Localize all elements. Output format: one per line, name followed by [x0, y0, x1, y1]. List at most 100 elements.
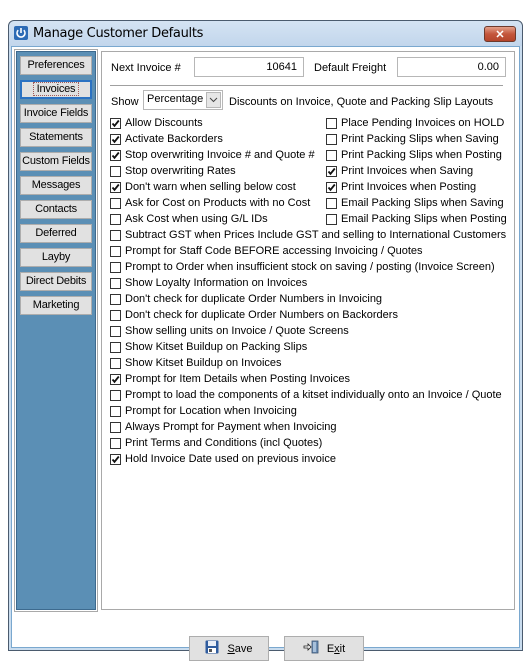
option-checkbox[interactable]: Print Packing Slips when Posting	[326, 148, 502, 162]
checkbox-unchecked-icon[interactable]	[110, 309, 121, 321]
option-checkbox[interactable]: Prompt for Item Details when Posting Inv…	[110, 372, 350, 386]
checkbox-unchecked-icon[interactable]	[326, 213, 337, 225]
option-checkbox[interactable]: Stop overwriting Rates	[110, 164, 236, 178]
sidebar-item-messages[interactable]: Messages	[20, 176, 92, 195]
checkbox-unchecked-icon[interactable]	[110, 213, 121, 225]
title-bar: Manage Customer Defaults ✕	[9, 21, 522, 46]
exit-button[interactable]: Exit	[284, 636, 364, 661]
checkbox-checked-icon[interactable]	[326, 181, 337, 193]
sidebar-item-direct-debits[interactable]: Direct Debits	[20, 272, 92, 291]
checkbox-checked-icon[interactable]	[110, 117, 121, 129]
option-label: Always Prompt for Payment when Invoicing	[125, 421, 337, 433]
option-label: Email Packing Slips when Posting	[341, 213, 507, 225]
checkbox-unchecked-icon[interactable]	[110, 229, 121, 241]
option-checkbox[interactable]: Show Kitset Buildup on Packing Slips	[110, 340, 307, 354]
separator	[110, 85, 503, 86]
checkbox-unchecked-icon[interactable]	[110, 325, 121, 337]
discount-display-select[interactable]: Percentage	[143, 90, 223, 110]
option-label: Email Packing Slips when Saving	[341, 197, 504, 209]
option-checkbox[interactable]: Don't check for duplicate Order Numbers …	[110, 308, 398, 322]
option-label: Stop overwriting Rates	[125, 165, 236, 177]
option-checkbox[interactable]: Prompt for Location when Invoicing	[110, 404, 297, 418]
close-button[interactable]: ✕	[484, 26, 516, 42]
option-label: Print Invoices when Saving	[341, 165, 474, 177]
option-label: Subtract GST when Prices Include GST and…	[125, 229, 507, 241]
save-button[interactable]: Save	[189, 636, 269, 661]
sidebar-item-label: Contacts	[35, 203, 77, 215]
sidebar-item-invoices[interactable]: Invoices	[20, 80, 92, 99]
option-label: Ask for Cost on Products with no Cost	[125, 197, 311, 209]
option-label: Place Pending Invoices on HOLD	[341, 117, 505, 129]
checkbox-unchecked-icon[interactable]	[110, 197, 121, 209]
option-checkbox[interactable]: Prompt to load the components of a kitse…	[110, 388, 502, 402]
floppy-disk-icon	[205, 640, 219, 657]
option-checkbox[interactable]: Activate Backorders	[110, 132, 223, 146]
checkbox-unchecked-icon[interactable]	[110, 245, 121, 257]
option-label: Prompt for Staff Code BEFORE accessing I…	[125, 245, 423, 257]
option-label: Prompt to load the components of a kitse…	[125, 389, 502, 401]
checkbox-unchecked-icon[interactable]	[326, 197, 337, 209]
checkbox-unchecked-icon[interactable]	[110, 357, 121, 369]
option-checkbox[interactable]: Ask Cost when using G/L IDs	[110, 212, 268, 226]
option-checkbox[interactable]: Show Kitset Buildup on Invoices	[110, 356, 282, 370]
chevron-down-icon[interactable]	[206, 92, 221, 108]
option-checkbox[interactable]: Prompt to Order when insufficient stock …	[110, 260, 495, 274]
option-label: Prompt to Order when insufficient stock …	[125, 261, 495, 273]
option-checkbox[interactable]: Show Loyalty Information on Invoices	[110, 276, 307, 290]
option-checkbox[interactable]: Email Packing Slips when Posting	[326, 212, 507, 226]
sidebar-item-custom-fields[interactable]: Custom Fields	[20, 152, 92, 171]
option-label: Ask Cost when using G/L IDs	[125, 213, 268, 225]
sidebar-item-deferred[interactable]: Deferred	[20, 224, 92, 243]
checkbox-unchecked-icon[interactable]	[110, 405, 121, 417]
option-checkbox[interactable]: Allow Discounts	[110, 116, 203, 130]
sidebar-item-preferences[interactable]: Preferences	[20, 56, 92, 75]
checkbox-unchecked-icon[interactable]	[110, 261, 121, 273]
option-checkbox[interactable]: Don't warn when selling below cost	[110, 180, 296, 194]
option-checkbox[interactable]: Email Packing Slips when Saving	[326, 196, 504, 210]
checkbox-checked-icon[interactable]	[110, 181, 121, 193]
checkbox-checked-icon[interactable]	[110, 453, 121, 465]
invoices-panel: Next Invoice # 10641 Default Freight 0.0…	[101, 51, 515, 610]
next-invoice-label: Next Invoice #	[111, 62, 181, 74]
option-checkbox[interactable]: Prompt for Staff Code BEFORE accessing I…	[110, 244, 423, 258]
option-checkbox[interactable]: Stop overwriting Invoice # and Quote #	[110, 148, 315, 162]
checkbox-checked-icon[interactable]	[110, 373, 121, 385]
sidebar-item-label: Marketing	[32, 299, 80, 311]
option-checkbox[interactable]: Ask for Cost on Products with no Cost	[110, 196, 310, 210]
save-label: Save	[227, 642, 253, 655]
checkbox-unchecked-icon[interactable]	[326, 133, 337, 145]
sidebar-item-contacts[interactable]: Contacts	[20, 200, 92, 219]
sidebar-item-layby[interactable]: Layby	[20, 248, 92, 267]
sidebar-item-statements[interactable]: Statements	[20, 128, 92, 147]
checkbox-unchecked-icon[interactable]	[110, 421, 121, 433]
option-checkbox[interactable]: Print Packing Slips when Saving	[326, 132, 499, 146]
default-freight-input[interactable]: 0.00	[397, 57, 506, 77]
option-label: Show Kitset Buildup on Packing Slips	[125, 341, 308, 353]
checkbox-unchecked-icon[interactable]	[110, 293, 121, 305]
option-checkbox[interactable]: Hold Invoice Date used on previous invoi…	[110, 452, 336, 466]
option-checkbox[interactable]: Don't check for duplicate Order Numbers …	[110, 292, 382, 306]
checkbox-unchecked-icon[interactable]	[326, 149, 337, 161]
checkbox-unchecked-icon[interactable]	[110, 341, 121, 353]
sidebar-item-label: Custom Fields	[22, 155, 90, 167]
checkbox-unchecked-icon[interactable]	[326, 117, 337, 129]
checkbox-checked-icon[interactable]	[110, 149, 121, 161]
client-area: Preferences Invoices Invoice Fields Stateme…	[11, 46, 520, 661]
option-checkbox[interactable]: Print Invoices when Posting	[326, 180, 476, 194]
checkbox-checked-icon[interactable]	[110, 133, 121, 145]
sidebar-item-invoice-fields[interactable]: Invoice Fields	[20, 104, 92, 123]
checkbox-unchecked-icon[interactable]	[110, 389, 121, 401]
option-checkbox[interactable]: Always Prompt for Payment when Invoicing	[110, 420, 337, 434]
sidebar-item-marketing[interactable]: Marketing	[20, 296, 92, 315]
option-checkbox[interactable]: Show selling units on Invoice / Quote Sc…	[110, 324, 349, 338]
option-checkbox[interactable]: Print Terms and Conditions (incl Quotes)	[110, 436, 322, 450]
checkbox-unchecked-icon[interactable]	[110, 165, 121, 177]
checkbox-checked-icon[interactable]	[326, 165, 337, 177]
option-checkbox[interactable]: Place Pending Invoices on HOLD	[326, 116, 504, 130]
checkbox-unchecked-icon[interactable]	[110, 437, 121, 449]
next-invoice-input[interactable]: 10641	[194, 57, 304, 77]
checkbox-unchecked-icon[interactable]	[110, 277, 121, 289]
option-checkbox[interactable]: Print Invoices when Saving	[326, 164, 473, 178]
option-checkbox[interactable]: Subtract GST when Prices Include GST and…	[110, 228, 506, 242]
option-label: Print Terms and Conditions (incl Quotes)	[125, 437, 323, 449]
